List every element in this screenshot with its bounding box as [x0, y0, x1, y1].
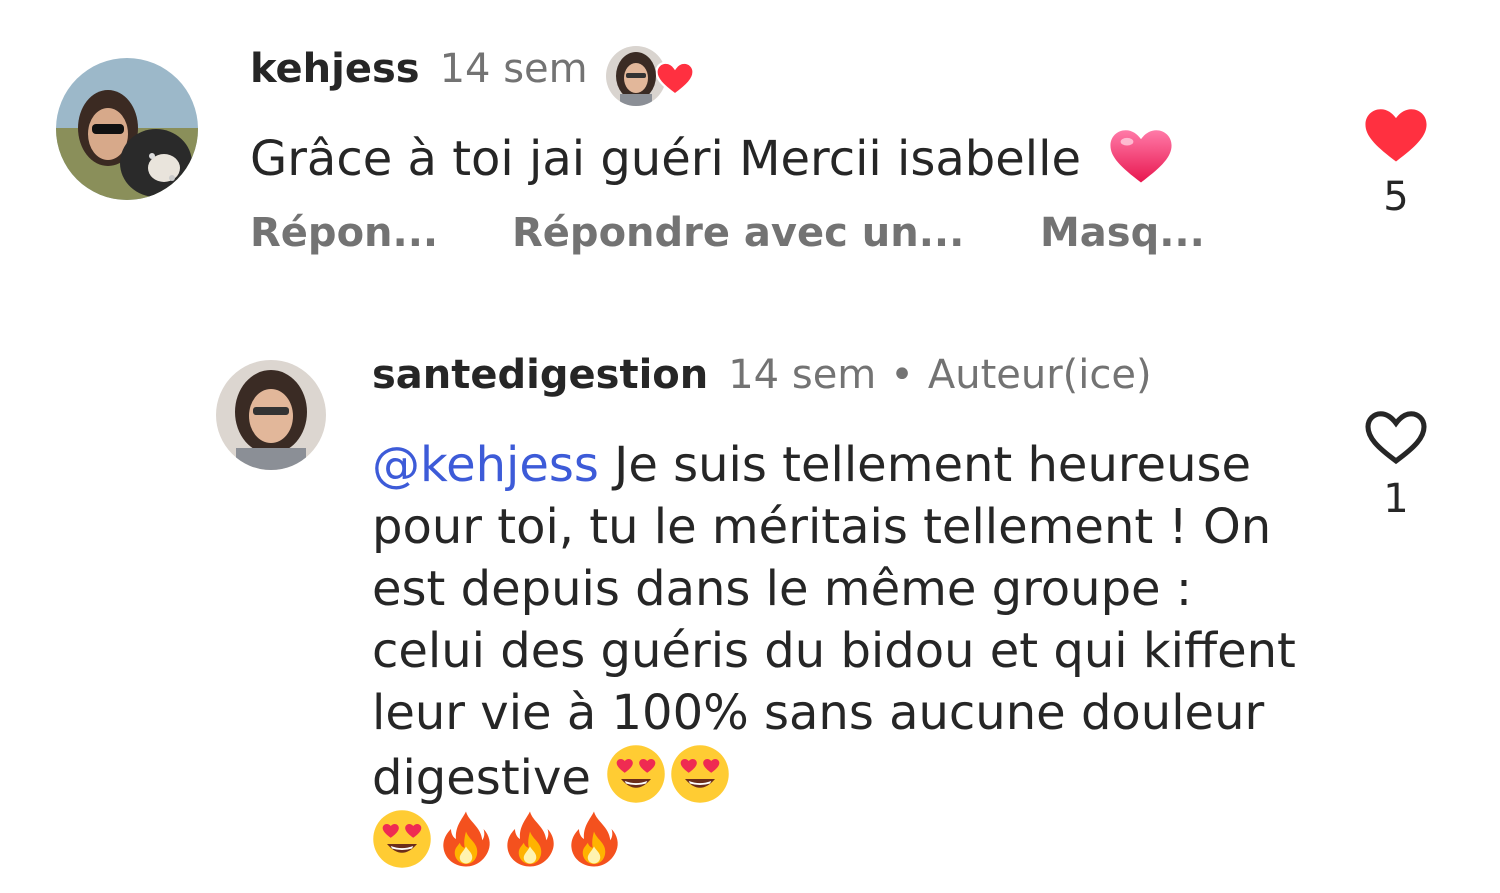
comment-timestamp: 14 sem: [439, 46, 588, 92]
reply-body: @kehjess Je suis tellement heureuse pour…: [372, 434, 1302, 874]
separator-dot: •: [890, 352, 914, 398]
fire-emoji-icon: [443, 811, 490, 867]
comment-body: Grâce à toi jai guéri Mercii isabelle: [250, 128, 1172, 190]
reply-timestamp: 14 sem: [728, 352, 877, 398]
comment-text: Grâce à toi jai guéri Mercii isabelle: [250, 131, 1081, 187]
like-count: 1: [1383, 476, 1409, 522]
heart-eyes-emoji-icon: [607, 745, 665, 803]
reply-button[interactable]: Répon...: [250, 210, 512, 256]
fire-emoji-icon: [571, 811, 618, 867]
comment-actions: Répon... Répondre avec un... Masq...: [250, 210, 1205, 256]
fire-emoji-icon: [507, 811, 554, 867]
author-avatar[interactable]: [216, 360, 326, 470]
hide-button[interactable]: Masq...: [1040, 210, 1205, 256]
heart-icon: [655, 62, 694, 96]
heart-outline-icon[interactable]: [1365, 410, 1427, 466]
reply-header: santedigestion 14 sem • Auteur(ice): [372, 352, 1152, 398]
heart-eyes-emoji-icon: [671, 745, 729, 803]
comment-header: kehjess 14 sem: [250, 46, 696, 108]
heart-eyes-emoji-icon: [373, 810, 431, 868]
comments-thread: kehjess 14 sem Grâce à toi jai guéri Mer…: [0, 0, 1500, 893]
like-count: 5: [1383, 174, 1409, 220]
comment-like: 5: [1356, 108, 1436, 220]
mention-link[interactable]: @kehjess: [372, 437, 599, 493]
reply-with-sticker-button[interactable]: Répondre avec un...: [512, 210, 1040, 256]
comment-username[interactable]: kehjess: [250, 46, 420, 92]
author-badge: Auteur(ice): [927, 352, 1152, 398]
pink-heart-emoji-icon: [1110, 130, 1172, 183]
reply-username[interactable]: santedigestion: [372, 352, 708, 398]
heart-filled-icon[interactable]: [1365, 108, 1427, 164]
liked-by-author-indicator: [605, 46, 696, 108]
user-avatar[interactable]: [56, 58, 198, 200]
reply-like: 1: [1356, 410, 1436, 522]
